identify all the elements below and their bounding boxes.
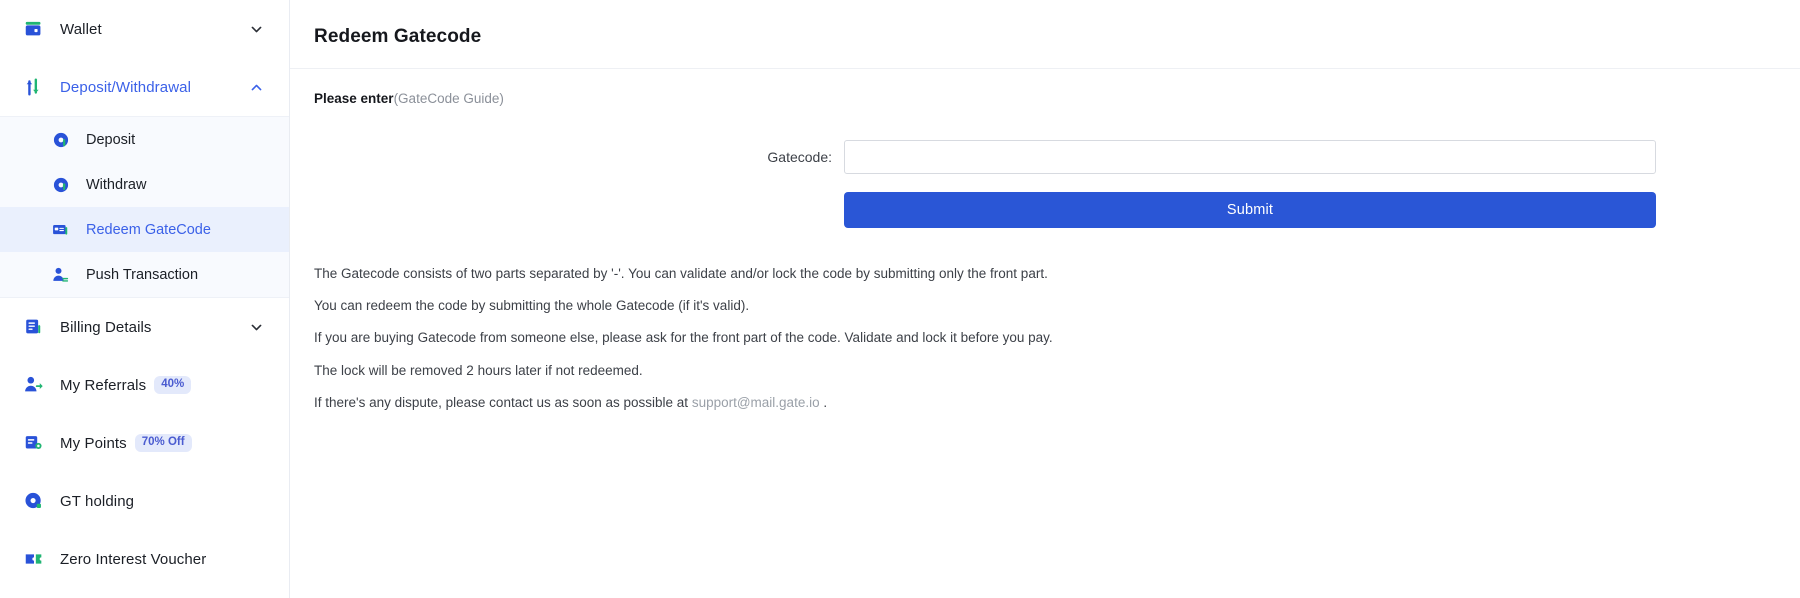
push-user-icon: [50, 264, 72, 286]
please-enter-label: Please enter: [314, 91, 394, 106]
sidebar-item-billing-details[interactable]: Billing Details: [0, 298, 289, 356]
dispute-suffix: .: [820, 395, 828, 410]
sidebar-item-withdraw[interactable]: Withdraw: [0, 162, 289, 207]
gatecode-input-row: Gatecode:: [314, 140, 1800, 174]
sidebar-item-label: My Referrals: [60, 377, 146, 394]
sidebar-item-label: My Points: [60, 435, 127, 452]
gatecode-card-icon: [50, 219, 72, 241]
sidebar-item-my-points[interactable]: My Points 70% Off: [0, 414, 289, 472]
main-content: Redeem Gatecode Please enter(GateCode Gu…: [290, 0, 1800, 598]
gatecode-label: Gatecode:: [314, 149, 844, 165]
gatecode-guide-link[interactable]: (GateCode Guide): [394, 91, 504, 106]
submit-button[interactable]: Submit: [844, 192, 1656, 228]
chevron-down-icon[interactable]: [249, 320, 263, 334]
sidebar-item-my-referrals[interactable]: My Referrals 40%: [0, 356, 289, 414]
please-enter-row: Please enter(GateCode Guide): [290, 69, 1800, 106]
sidebar-item-push-transaction[interactable]: Push Transaction: [0, 252, 289, 297]
referral-user-icon: [22, 373, 46, 397]
sidebar-item-wallet[interactable]: Wallet: [0, 0, 289, 58]
points-doc-icon: [22, 431, 46, 455]
page-header: Redeem Gatecode: [290, 0, 1800, 69]
page-title: Redeem Gatecode: [314, 26, 1800, 48]
transfer-icon: [22, 75, 46, 99]
note-line: You can redeem the code by submitting th…: [314, 298, 1800, 314]
sidebar-item-label: Redeem GateCode: [86, 222, 211, 238]
sidebar-item-deposit[interactable]: Deposit: [0, 117, 289, 162]
sidebar-item-gt-holding[interactable]: GT holding: [0, 472, 289, 530]
status-badge: 40%: [154, 376, 191, 394]
sidebar-item-label: Deposit/Withdrawal: [60, 79, 191, 96]
dispute-text: If there's any dispute, please contact u…: [314, 395, 692, 410]
chevron-down-icon[interactable]: [249, 22, 263, 36]
voucher-ticket-icon: [22, 547, 46, 571]
sidebar-item-redeem-gatecode[interactable]: Redeem GateCode: [0, 207, 289, 252]
billing-doc-icon: [22, 315, 46, 339]
sidebar-submenu-deposit-withdrawal: Deposit Withdraw: [0, 116, 289, 298]
withdraw-coin-icon: [50, 174, 72, 196]
note-line-dispute: If there's any dispute, please contact u…: [314, 395, 1800, 411]
sidebar-item-deposit-withdrawal[interactable]: Deposit/Withdrawal: [0, 58, 289, 116]
sidebar: Wallet Deposit/Withdrawal: [0, 0, 290, 598]
sidebar-item-label: Deposit: [86, 132, 135, 148]
sidebar-item-label: Withdraw: [86, 177, 146, 193]
deposit-coin-icon: [50, 129, 72, 151]
chevron-up-icon[interactable]: [249, 80, 263, 94]
sidebar-item-label: Wallet: [60, 21, 102, 38]
sidebar-item-label: Push Transaction: [86, 267, 198, 283]
note-line: The Gatecode consists of two parts separ…: [314, 266, 1800, 282]
app-root: Wallet Deposit/Withdrawal: [0, 0, 1800, 598]
note-line: If you are buying Gatecode from someone …: [314, 330, 1800, 346]
gt-coin-icon: [22, 489, 46, 513]
sidebar-item-zero-interest-voucher[interactable]: Zero Interest Voucher: [0, 530, 289, 588]
support-email-link[interactable]: support@mail.gate.io: [692, 395, 820, 410]
gatecode-notes: The Gatecode consists of two parts separ…: [290, 266, 1800, 411]
sidebar-item-label: Billing Details: [60, 319, 152, 336]
sidebar-item-label: GT holding: [60, 493, 134, 510]
status-badge: 70% Off: [135, 434, 192, 452]
submit-row: Submit: [314, 192, 1800, 228]
note-line: The lock will be removed 2 hours later i…: [314, 363, 1800, 379]
gatecode-input[interactable]: [844, 140, 1656, 174]
gatecode-form: Gatecode: Submit: [290, 140, 1800, 228]
wallet-icon: [22, 17, 46, 41]
sidebar-item-label: Zero Interest Voucher: [60, 551, 206, 568]
